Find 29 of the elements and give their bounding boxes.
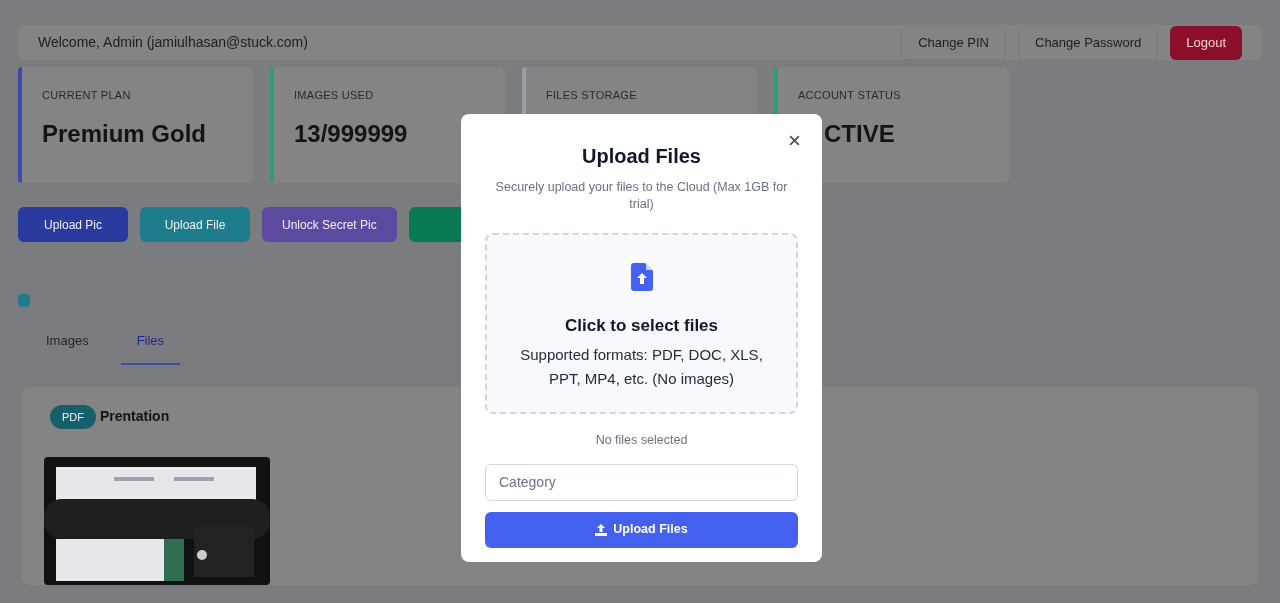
header-button[interactable]: Change Password	[1018, 25, 1159, 60]
status-text: No files selected	[595, 432, 688, 449]
tab[interactable]: Files	[120, 331, 181, 365]
drop-hint: Supported formats: PDF, DOC, XLS, PPT, MP4, etc. (No images)	[519, 344, 764, 389]
stat-value: Premium Gold	[42, 118, 207, 149]
action-button[interactable]: Upload File	[140, 207, 250, 243]
dialog-title: Upload Files	[582, 144, 701, 169]
stat-label: CURRENT PLAN	[42, 88, 132, 104]
action-button[interactable]: Unlock Secret Pic	[262, 207, 397, 243]
category-field[interactable]: Category	[485, 463, 798, 501]
upload-icon	[595, 523, 608, 536]
file-upload-icon	[630, 263, 653, 291]
logout-button[interactable]: Logout	[1170, 25, 1242, 60]
tab[interactable]: Images	[30, 331, 105, 365]
welcome-text: Welcome, Admin (jamiulhasan@stuck.com)	[38, 33, 308, 53]
stat-label: ACCOUNT STATUS	[798, 88, 901, 104]
action-button[interactable]: Upload Pic	[18, 207, 128, 243]
drop-zone[interactable]: Click to select files Supported formats: PDF, DOC, XLS, PPT, MP4, etc. (No images)	[485, 233, 798, 414]
file-type-badge: PDF	[50, 404, 96, 429]
stat-value: 13/999999	[294, 118, 408, 149]
group-title: Prentation	[100, 407, 170, 427]
drop-title: Click to select files	[564, 315, 719, 337]
side-tab-handle[interactable]	[18, 294, 30, 307]
stat-label: FILES STORAGE	[546, 88, 637, 104]
stat-value: CTIVE	[824, 118, 896, 149]
dialog-subtitle: Securely upload your files to the Cloud (Max 1GB for trial)	[494, 179, 789, 213]
upload-button[interactable]: Upload Files	[485, 511, 798, 548]
header-button[interactable]: Change PIN	[901, 25, 1006, 60]
stat-label: IMAGES USED	[294, 88, 375, 104]
